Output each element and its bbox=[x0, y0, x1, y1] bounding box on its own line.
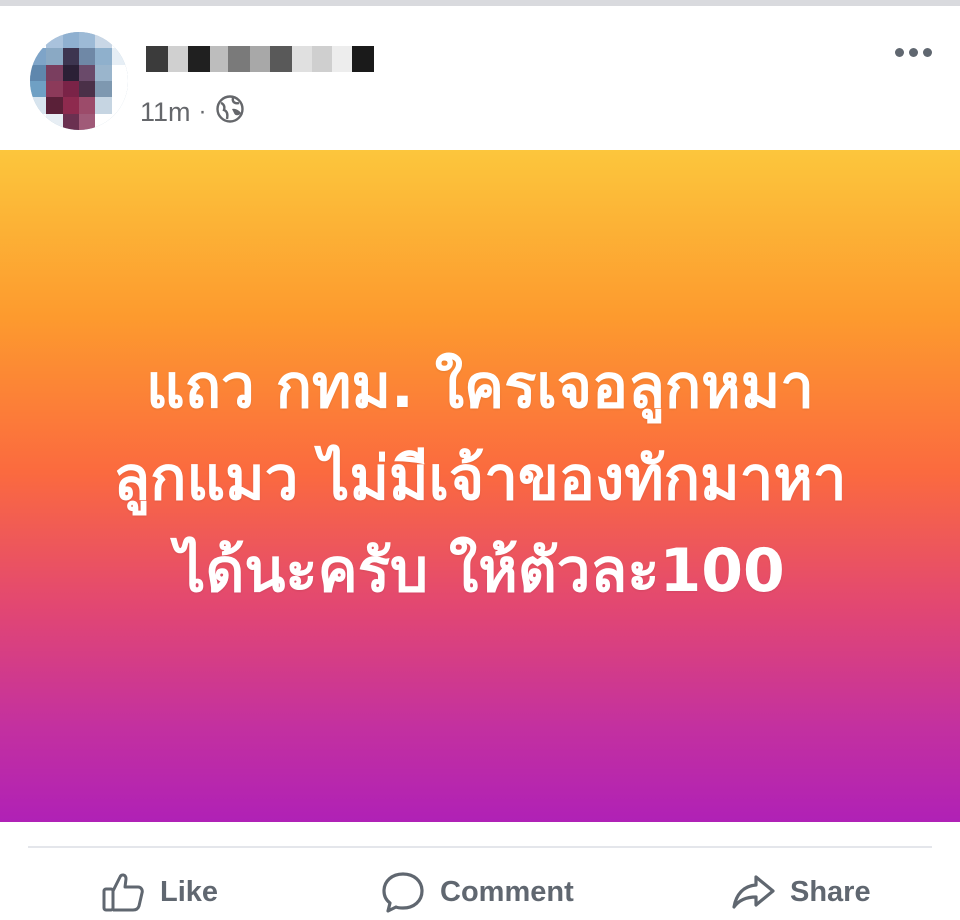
like-label: Like bbox=[160, 875, 219, 908]
comment-bubble-icon bbox=[380, 869, 426, 915]
meta-separator: · bbox=[198, 98, 207, 125]
actions-divider bbox=[28, 846, 932, 848]
feed-post: 11m · แถว กทม. ใครเจอลูกหมา ลูกแมว ไม่มี… bbox=[0, 6, 960, 917]
share-button[interactable]: Share bbox=[730, 870, 871, 914]
post-message: แถว กทม. ใครเจอลูกหมา ลูกแมว ไม่มีเจ้าขอ… bbox=[40, 341, 920, 617]
like-button[interactable]: Like bbox=[100, 870, 218, 914]
share-arrow-icon bbox=[730, 869, 776, 915]
comment-button[interactable]: Comment bbox=[380, 870, 574, 914]
thumbs-up-icon bbox=[100, 869, 146, 915]
post-message-line: ได้นะครับ ให้ตัวละ100 bbox=[175, 536, 785, 606]
comment-label: Comment bbox=[440, 875, 574, 908]
author-name[interactable] bbox=[146, 46, 374, 72]
colored-post-background: แถว กทม. ใครเจอลูกหมา ลูกแมว ไม่มีเจ้าขอ… bbox=[0, 150, 960, 822]
post-message-line: ลูกแมว ไม่มีเจ้าของทักมาหา bbox=[113, 444, 847, 514]
post-actions-bar: Like Comment Share bbox=[0, 856, 960, 920]
author-avatar[interactable] bbox=[30, 32, 128, 130]
globe-icon[interactable] bbox=[215, 94, 245, 131]
post-message-line: แถว กทม. ใครเจอลูกหมา bbox=[146, 352, 814, 422]
more-options-icon[interactable] bbox=[895, 48, 932, 57]
post-meta: 11m · bbox=[140, 94, 245, 131]
share-label: Share bbox=[790, 875, 871, 908]
post-timestamp[interactable]: 11m bbox=[140, 97, 191, 128]
